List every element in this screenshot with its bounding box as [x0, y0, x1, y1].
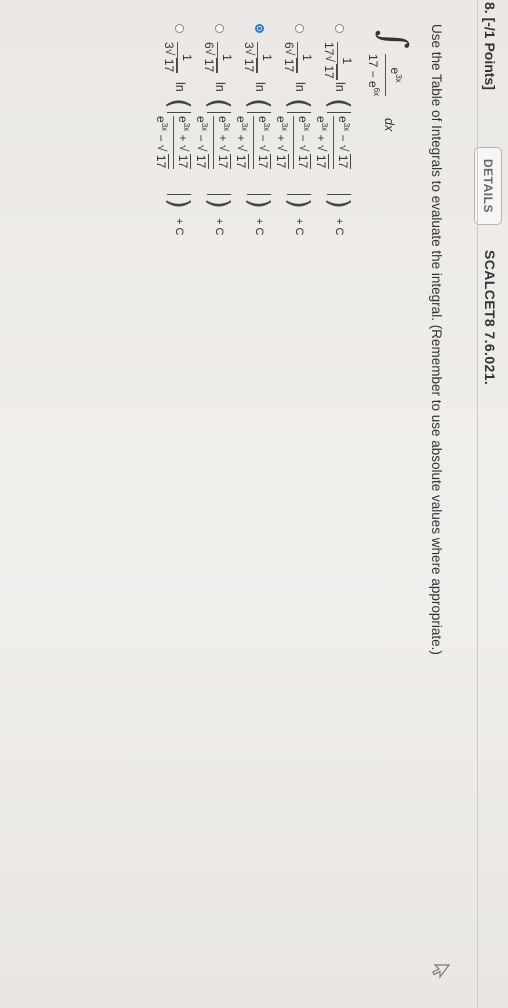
- ln-label: ln: [293, 82, 307, 92]
- coefficient-fraction: 1 317: [241, 42, 274, 74]
- coefficient-fraction: 1 317: [161, 42, 194, 74]
- ln-label: ln: [213, 82, 227, 92]
- answer-option[interactable]: 1 317 ln ( e3x − 17 e3x + 17 ) + C: [234, 24, 276, 384]
- abs-bar-left: [207, 112, 231, 113]
- abs-bar-left: [167, 112, 191, 113]
- abs-bar-right: [207, 194, 231, 195]
- right-paren: ): [243, 198, 276, 209]
- abs-bar-right: [327, 194, 351, 195]
- question-number: 8. [-/1 Points]: [482, 2, 498, 90]
- constant-of-integration: + C: [253, 218, 265, 236]
- integrand-numerator: e3x: [388, 67, 403, 83]
- radio-button[interactable]: [335, 24, 344, 33]
- constant-of-integration: + C: [293, 218, 305, 236]
- differential: dx: [382, 118, 396, 132]
- radio-button[interactable]: [175, 24, 184, 33]
- screen: 8. [-/1 Points] DETAILS SCALCET8 7.6.021…: [0, 0, 508, 1008]
- instruction-text: Use the Table of Integrals to evaluate t…: [429, 24, 444, 655]
- constant-of-integration: + C: [333, 218, 345, 236]
- log-argument-fraction: e3x − 17 e3x + 17: [233, 116, 274, 170]
- integrand-fraction: e3x 17 − e6x: [365, 54, 406, 97]
- right-paren: ): [163, 198, 196, 209]
- integral-sign: ∫: [373, 30, 414, 49]
- coefficient-fraction: 1 1717: [321, 42, 354, 80]
- coefficient-fraction: 1 617: [281, 42, 314, 74]
- right-paren: ): [283, 198, 316, 209]
- log-argument-fraction: e3x + 17 e3x − 17: [193, 116, 234, 170]
- answer-option[interactable]: 1 317 ln ( e3x + 17 e3x − 17 ) + C: [154, 24, 196, 384]
- ln-label: ln: [333, 82, 347, 92]
- constant-of-integration: + C: [173, 218, 185, 236]
- abs-bar-right: [287, 194, 311, 195]
- log-argument-fraction: e3x − 17 e3x + 17: [313, 116, 354, 170]
- abs-bar-left: [247, 112, 271, 113]
- log-argument-fraction: e3x − 17 e3x + 17: [273, 116, 314, 170]
- abs-bar-left: [327, 112, 351, 113]
- answer-option[interactable]: 1 617 ln ( e3x + 17 e3x − 17 ) + C: [194, 24, 236, 384]
- abs-bar-right: [247, 194, 271, 195]
- abs-bar-left: [287, 112, 311, 113]
- log-argument-fraction: e3x + 17 e3x − 17: [153, 116, 194, 170]
- abs-bar-right: [167, 194, 191, 195]
- answer-option[interactable]: 1 1717 ln ( e3x − 17 e3x + 17 ) + C: [314, 24, 356, 384]
- answer-option[interactable]: 1 617 ln ( e3x − 17 e3x + 17 ) + C: [274, 24, 316, 384]
- divider: [477, 0, 478, 1008]
- radio-button[interactable]: [255, 24, 264, 33]
- mouse-pointer-icon: [432, 964, 451, 979]
- right-paren: ): [323, 198, 356, 209]
- right-paren: ): [203, 198, 236, 209]
- ln-label: ln: [253, 82, 267, 92]
- left-paren: (: [283, 98, 316, 109]
- radio-button[interactable]: [215, 24, 224, 33]
- left-paren: (: [323, 98, 356, 109]
- radio-button[interactable]: [295, 24, 304, 33]
- left-paren: (: [203, 98, 236, 109]
- ln-label: ln: [173, 82, 187, 92]
- left-paren: (: [163, 98, 196, 109]
- coefficient-fraction: 1 617: [201, 42, 234, 74]
- details-button[interactable]: DETAILS: [474, 147, 502, 225]
- left-paren: (: [243, 98, 276, 109]
- constant-of-integration: + C: [213, 218, 225, 236]
- question-code: SCALCET8 7.6.021.: [482, 250, 498, 386]
- integrand-denominator: 17 − e6x: [366, 54, 381, 97]
